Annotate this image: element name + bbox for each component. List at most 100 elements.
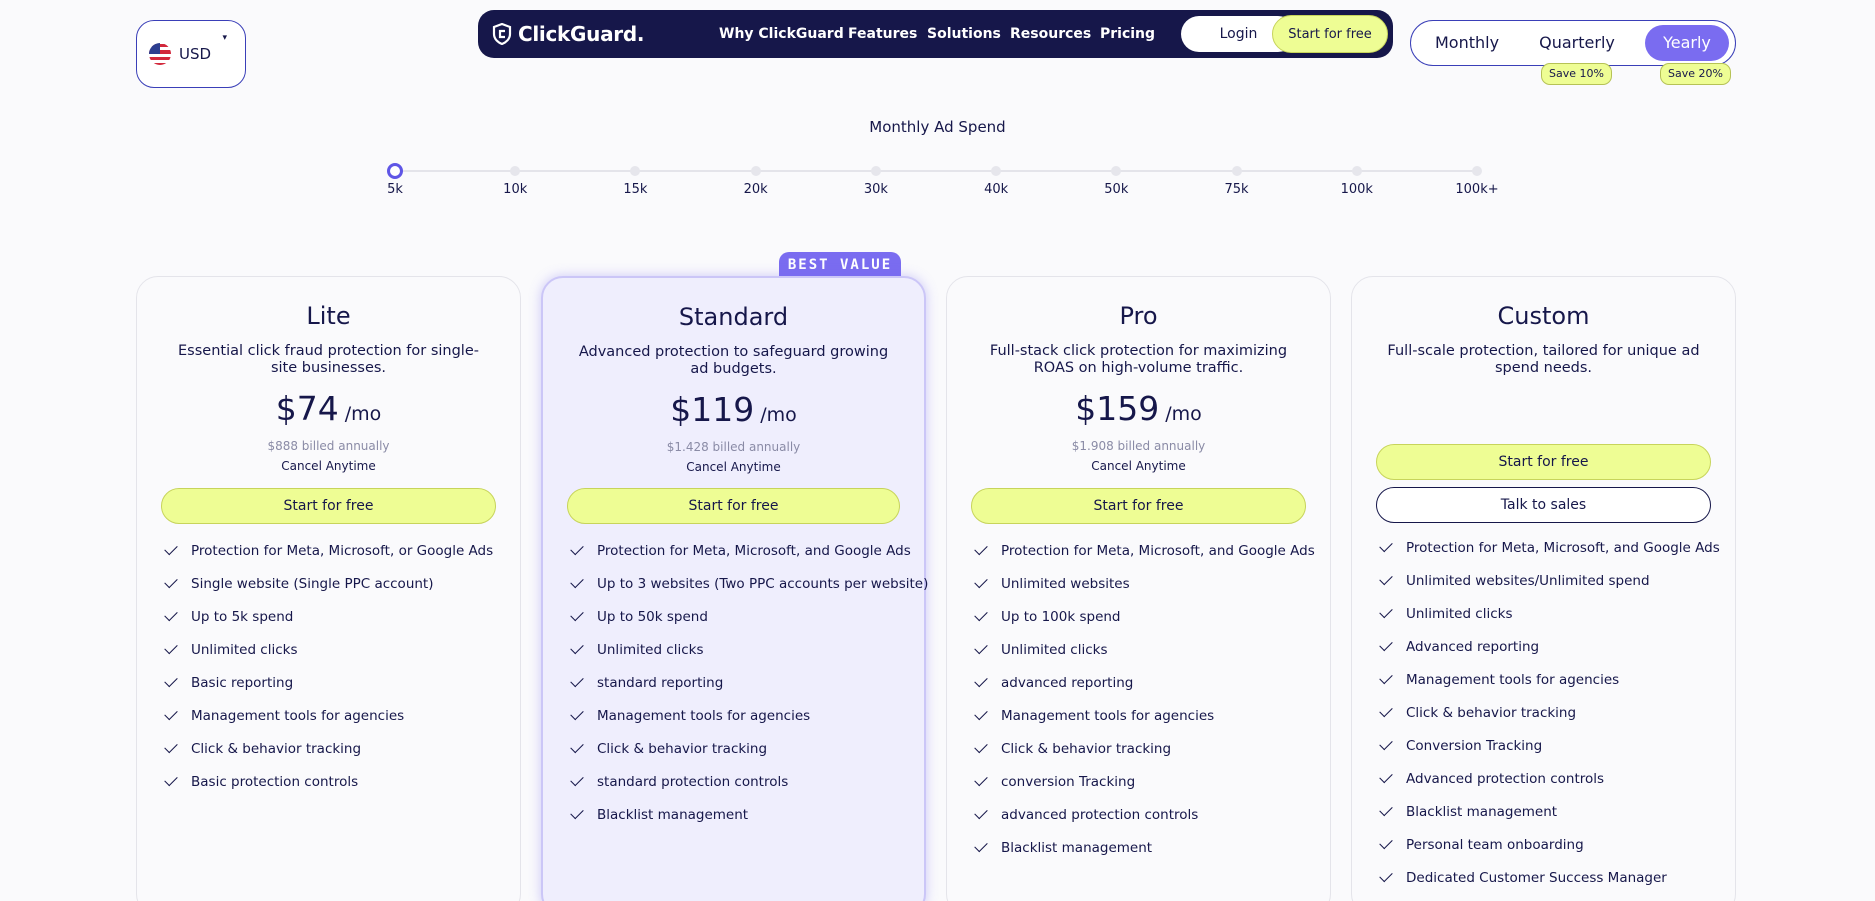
feature-item: Protection for Meta, Microsoft, and Goog… [569, 534, 911, 567]
check-icon [164, 541, 178, 556]
custom-start-free-button[interactable]: Start for free [1376, 444, 1711, 480]
logo-text: ClickGuard. [518, 22, 645, 46]
ad-spend-slider-track[interactable] [395, 170, 1477, 172]
feature-item: Dedicated Customer Success Manager [1378, 861, 1715, 894]
slider-stop-30k[interactable] [870, 166, 881, 176]
plan-description: Essential click fraud protection for sin… [178, 343, 479, 376]
pro-start-free-button[interactable]: Start for free [971, 488, 1306, 524]
feature-text: Click & behavior tracking [1001, 740, 1172, 757]
slider-stop-50k[interactable] [1111, 166, 1122, 176]
feature-item: standard reporting [569, 666, 904, 699]
billing-monthly[interactable]: Monthly [1415, 25, 1519, 61]
feature-item: Up to 5k spend [163, 600, 500, 633]
slider-stop-100k[interactable] [1351, 166, 1362, 176]
feature-text: Basic reporting [191, 674, 294, 691]
feature-text: standard protection controls [597, 773, 789, 790]
check-icon [1379, 868, 1393, 883]
check-icon [974, 772, 988, 787]
plan-description: Advanced protection to safeguard growing… [578, 344, 889, 377]
slider-label: 10k [503, 182, 528, 197]
feature-item: Click & behavior tracking [569, 732, 904, 765]
shield-logo-icon [492, 23, 512, 45]
check-icon [570, 772, 584, 787]
check-icon [164, 574, 178, 589]
plan-features: Protection for Meta, Microsoft, and Goog… [1378, 531, 1720, 894]
feature-item: Management tools for agencies [973, 699, 1310, 732]
plan-price: $119/mo [670, 390, 797, 429]
check-icon [570, 607, 584, 622]
nav-solutions[interactable]: Solutions [927, 10, 1001, 58]
feature-item: standard protection controls [569, 765, 904, 798]
slider-stop-10k[interactable] [510, 166, 521, 176]
nav-pricing[interactable]: Pricing [1100, 10, 1155, 58]
feature-text: Management tools for agencies [1001, 707, 1215, 724]
standard-start-free-button[interactable]: Start for free [567, 488, 900, 524]
feature-item: Blacklist management [1378, 795, 1715, 828]
slider-label: 20k [743, 182, 768, 197]
feature-item: Basic protection controls [163, 765, 500, 798]
plan-name: Lite [306, 302, 351, 330]
check-icon [164, 706, 178, 721]
nav-why-clickguard[interactable]: Why ClickGuard [719, 10, 844, 58]
billing-quarterly[interactable]: Quarterly [1527, 25, 1627, 61]
feature-text: conversion Tracking [1001, 773, 1136, 790]
feature-text: Up to 5k spend [191, 608, 294, 625]
feature-text: Click & behavior tracking [597, 740, 768, 757]
plan-name: Pro [1119, 302, 1158, 330]
plan-features: Protection for Meta, Microsoft, and Goog… [973, 534, 1315, 864]
feature-text: Conversion Tracking [1406, 737, 1543, 754]
nav-resources[interactable]: Resources [1010, 10, 1091, 58]
feature-item: Unlimited clicks [973, 633, 1310, 666]
slider-stop-75k[interactable] [1231, 166, 1242, 176]
plan-card-standard: Standard Advanced protection to safeguar… [541, 276, 928, 901]
billing-yearly[interactable]: Yearly [1645, 25, 1729, 61]
feature-text: Basic protection controls [191, 773, 359, 790]
slider-stop-15k[interactable] [630, 166, 641, 176]
feature-item: Up to 3 websites (Two PPC accounts per w… [569, 567, 928, 600]
lite-start-free-button[interactable]: Start for free [161, 488, 496, 524]
check-icon [570, 574, 584, 589]
feature-item: Blacklist management [973, 831, 1310, 864]
slider-stop-5k[interactable] [387, 163, 403, 179]
nav-start-free-button[interactable]: Start for free [1272, 15, 1388, 53]
feature-text: Unlimited clicks [1001, 641, 1108, 658]
check-icon [164, 673, 178, 688]
feature-text: Blacklist management [597, 806, 749, 823]
feature-text: Personal team onboarding [1406, 836, 1584, 853]
nav-features[interactable]: Features [848, 10, 917, 58]
slider-stop-40k[interactable] [991, 166, 1002, 176]
check-icon [1379, 769, 1393, 784]
slider-label: 5k [387, 182, 403, 197]
feature-text: Unlimited clicks [597, 641, 704, 658]
feature-item: conversion Tracking [973, 765, 1310, 798]
clickguard-logo[interactable]: ClickGuard. [492, 10, 644, 58]
feature-text: Up to 100k spend [1001, 608, 1121, 625]
feature-text: Protection for Meta, Microsoft, and Goog… [597, 542, 911, 559]
slider-stop-20k[interactable] [750, 166, 761, 176]
feature-text: Dedicated Customer Success Manager [1406, 869, 1667, 886]
feature-item: Click & behavior tracking [973, 732, 1310, 765]
feature-item: Unlimited websites/Unlimited spend [1378, 564, 1715, 597]
feature-text: Protection for Meta, Microsoft, and Goog… [1001, 542, 1315, 559]
feature-text: Unlimited websites/Unlimited spend [1406, 572, 1650, 589]
slider-label: 100k+ [1455, 182, 1499, 197]
currency-selector[interactable]: USD ▾ [136, 20, 246, 88]
feature-text: Management tools for agencies [1406, 671, 1620, 688]
check-icon [164, 640, 178, 655]
slider-stop-100kplus[interactable] [1472, 166, 1482, 176]
feature-text: Advanced reporting [1406, 638, 1540, 655]
talk-to-sales-button[interactable]: Talk to sales [1376, 487, 1711, 523]
feature-text: advanced protection controls [1001, 806, 1199, 823]
feature-item: Up to 100k spend [973, 600, 1310, 633]
check-icon [570, 706, 584, 721]
save-quarterly-badge: Save 10% [1541, 63, 1612, 85]
feature-text: Protection for Meta, Microsoft, and Goog… [1406, 539, 1720, 556]
check-icon [974, 838, 988, 853]
feature-text: Management tools for agencies [597, 707, 811, 724]
feature-item: Basic reporting [163, 666, 500, 699]
feature-text: Management tools for agencies [191, 707, 405, 724]
feature-text: Click & behavior tracking [191, 740, 362, 757]
slider-label: 15k [623, 182, 648, 197]
check-icon [1379, 703, 1393, 718]
feature-text: Unlimited clicks [1406, 605, 1513, 622]
